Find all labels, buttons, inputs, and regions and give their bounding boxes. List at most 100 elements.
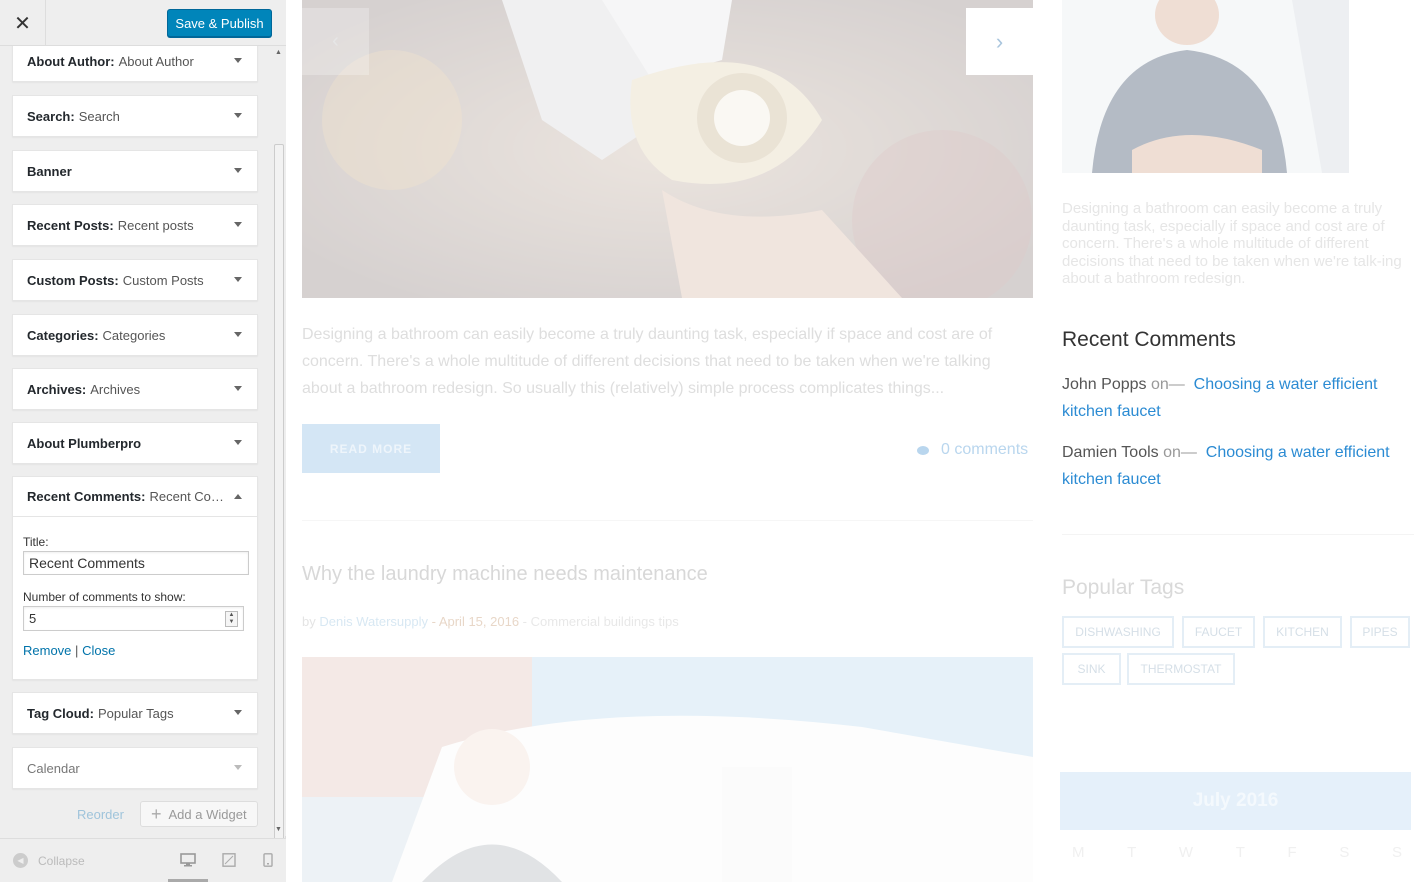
mobile-preview-icon[interactable]	[260, 853, 276, 867]
widget-type: Archives	[27, 381, 82, 397]
expand-arrow-icon[interactable]	[234, 222, 242, 227]
comment-author: John Popps	[1062, 376, 1147, 393]
widget-header[interactable]: Tag Cloud: Popular Tags	[13, 693, 257, 733]
widget-header[interactable]: Banner	[13, 151, 257, 191]
widget-custom-posts[interactable]: Custom Posts: Custom Posts	[12, 259, 258, 301]
widget-header[interactable]: About Author: About Author	[13, 46, 257, 81]
sidebar-scrollbar[interactable]: ▲ ▼	[272, 46, 286, 869]
calendar-month-header: July 2016	[1060, 772, 1411, 830]
tag-link[interactable]: FAUCET	[1182, 616, 1255, 648]
widget-recent-comments[interactable]: Recent Comments: Recent Co… Title: Recen…	[12, 476, 258, 680]
meta-category-link[interactable]: Commercial buildings tips	[531, 614, 679, 629]
widget-type: Categories	[27, 327, 95, 343]
widget-type: Recent Comments	[27, 489, 142, 504]
widget-header[interactable]: Search: Search	[13, 96, 257, 136]
scrollbar-thumb[interactable]	[274, 144, 284, 869]
chevron-left-icon: ‹	[332, 30, 339, 52]
close-link[interactable]: Close	[82, 643, 115, 658]
collapse-arrow-icon[interactable]	[234, 494, 242, 499]
expand-arrow-icon[interactable]	[234, 710, 242, 715]
widget-about-author[interactable]: About Author: About Author	[12, 46, 258, 82]
collapse-arrow-icon: ◀	[13, 853, 28, 868]
tag-link[interactable]: THERMOSTAT	[1127, 653, 1235, 685]
meta-author-link[interactable]: Denis Watersupply	[319, 614, 428, 629]
recent-comment-item: Damien Tools on— Choosing a water effici…	[1062, 439, 1414, 493]
number-spinner[interactable]: ▲ ▼	[225, 611, 238, 627]
weekday: M	[1072, 844, 1085, 861]
recent-comment-item: John Popps on— Choosing a water efficien…	[1062, 371, 1414, 425]
chevron-right-icon: ›	[995, 28, 1004, 54]
plus-icon: +	[151, 804, 162, 824]
close-customizer-button[interactable]: ✕	[0, 0, 46, 46]
expand-arrow-icon[interactable]	[234, 765, 242, 770]
tag-link[interactable]: PIPES	[1350, 616, 1410, 648]
scroll-up-arrow-icon[interactable]: ▲	[275, 49, 282, 56]
widget-tag-cloud[interactable]: Tag Cloud: Popular Tags	[12, 692, 258, 734]
image-overlay	[302, 0, 1033, 298]
expand-arrow-icon[interactable]	[234, 58, 242, 63]
save-publish-button[interactable]: Save & Publish	[167, 9, 272, 37]
calendar-weekdays: M T W T F S S	[1072, 844, 1402, 861]
widget-type: Search	[27, 108, 71, 124]
widget-title: About Author	[118, 53, 194, 69]
number-label: Number of comments to show:	[23, 590, 186, 604]
remove-link[interactable]: Remove	[23, 643, 71, 658]
popular-tags-heading: Popular Tags	[1062, 576, 1185, 599]
title-input[interactable]: Recent Comments	[23, 551, 249, 575]
widget-header[interactable]: Recent Comments: Recent Co…	[13, 477, 257, 517]
read-more-button[interactable]: READ MORE	[302, 424, 440, 473]
expand-arrow-icon[interactable]	[234, 168, 242, 173]
comment-dash: —	[1168, 376, 1185, 393]
widget-about-plumberpro[interactable]: About Plumberpro	[12, 422, 258, 464]
widget-colon: :	[109, 217, 114, 233]
comments-count-link[interactable]: 0 comments	[917, 441, 1028, 459]
expand-arrow-icon[interactable]	[234, 113, 242, 118]
meta-sep: -	[519, 614, 531, 629]
desktop-preview-icon[interactable]	[180, 853, 196, 867]
recent-comments-heading: Recent Comments	[1062, 328, 1236, 351]
slider-prev-button[interactable]: ‹	[302, 8, 369, 75]
collapse-button[interactable]: ◀ Collapse	[13, 853, 85, 868]
tag-link[interactable]: KITCHEN	[1263, 616, 1342, 648]
expand-arrow-icon[interactable]	[234, 386, 242, 391]
widget-header[interactable]: Calendar	[13, 748, 257, 788]
widget-header[interactable]: Custom Posts: Custom Posts	[13, 260, 257, 300]
widget-colon: :	[114, 272, 119, 288]
widget-area-actions: Reorder + Add a Widget	[0, 800, 272, 830]
post-meta: by Denis Watersupply - April 15, 2016 - …	[302, 614, 679, 629]
tag-link[interactable]: DISHWASHING	[1062, 616, 1174, 648]
widget-header[interactable]: Archives: Archives	[13, 369, 257, 409]
tablet-preview-icon[interactable]	[221, 853, 237, 867]
add-widget-button[interactable]: + Add a Widget	[140, 801, 258, 827]
expand-arrow-icon[interactable]	[234, 332, 242, 337]
widget-header[interactable]: Categories: Categories	[13, 315, 257, 355]
meta-by: by	[302, 614, 316, 629]
expand-arrow-icon[interactable]	[234, 277, 242, 282]
widget-header[interactable]: Recent Posts: Recent posts	[13, 205, 257, 245]
slider-next-button[interactable]: ›	[966, 8, 1033, 75]
widget-header[interactable]: About Plumberpro	[13, 423, 257, 463]
widget-colon: :	[89, 705, 94, 721]
widget-title: Custom Posts	[122, 272, 204, 288]
tag-link[interactable]: SINK	[1062, 653, 1121, 685]
comment-on: on	[1150, 376, 1169, 393]
widget-calendar[interactable]: Calendar	[12, 747, 258, 789]
weekday: T	[1127, 844, 1137, 861]
weekday: S	[1391, 844, 1402, 861]
post-title[interactable]: Why the laundry machine needs maintenanc…	[302, 563, 708, 586]
widget-banner[interactable]: Banner	[12, 150, 258, 192]
widget-recent-posts[interactable]: Recent Posts: Recent posts	[12, 204, 258, 246]
widget-categories[interactable]: Categories: Categories	[12, 314, 258, 356]
image-overlay	[302, 657, 1033, 882]
number-of-comments-input[interactable]: 5 ▲ ▼	[23, 606, 244, 631]
widget-title: Recent posts	[117, 217, 194, 233]
weekday: F	[1287, 844, 1297, 861]
reorder-link[interactable]: Reorder	[77, 807, 124, 822]
widget-archives[interactable]: Archives: Archives	[12, 368, 258, 410]
expand-arrow-icon[interactable]	[234, 440, 242, 445]
action-separator: |	[75, 643, 79, 658]
widget-search[interactable]: Search: Search	[12, 95, 258, 137]
customizer-sidebar: ✕ Save & Publish About Author: About Aut…	[0, 0, 286, 882]
widget-form: Title: Recent Comments Number of comment…	[13, 535, 257, 658]
scroll-down-arrow-icon[interactable]: ▼	[275, 826, 282, 833]
